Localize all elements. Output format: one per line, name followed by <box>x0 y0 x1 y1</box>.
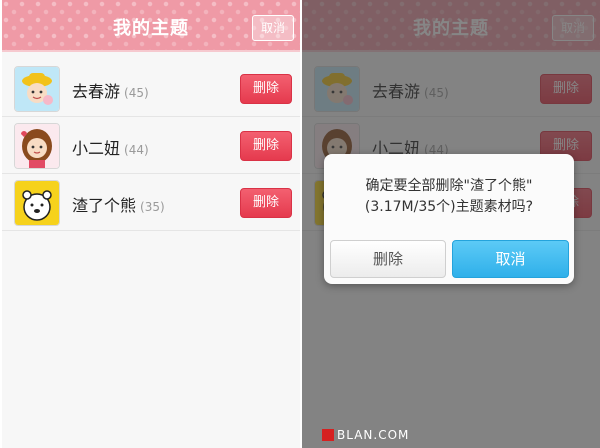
dialog-message-line1: 确定要全部删除"渣了个熊" <box>365 178 533 194</box>
theme-count: (35) <box>140 200 165 214</box>
confirm-delete-screen: 我的主题 取消 去春游(45) 删除 <box>302 0 600 448</box>
cartoon-girl-icon <box>14 123 60 169</box>
list-item[interactable]: 去春游(45) 删除 <box>2 60 300 117</box>
top-bar: 我的主题 取消 <box>2 0 300 52</box>
confirm-dialog: 确定要全部删除"渣了个熊" (3.17M/35个)主题素材吗? 删除 取消 <box>324 154 574 284</box>
theme-list: 去春游(45) 删除 小二妞(44) 删除 <box>2 60 300 231</box>
list-item[interactable]: 小二妞(44) 删除 <box>2 117 300 174</box>
watermark-text: BLAN.COM <box>337 428 410 442</box>
cancel-button[interactable]: 取消 <box>252 15 294 41</box>
theme-count: (44) <box>124 143 149 157</box>
delete-button[interactable]: 删除 <box>240 74 292 104</box>
delete-button[interactable]: 删除 <box>240 131 292 161</box>
dialog-message: 确定要全部删除"渣了个熊" (3.17M/35个)主题素材吗? <box>332 176 566 218</box>
dialog-cancel-button[interactable]: 取消 <box>452 240 569 278</box>
dialog-message-line2: (3.17M/35个)主题素材吗? <box>364 199 534 215</box>
watermark-logo-icon <box>322 429 334 441</box>
delete-button[interactable]: 删除 <box>240 188 292 218</box>
theme-count: (45) <box>124 86 149 100</box>
watermark: BLAN.COM <box>322 426 409 444</box>
theme-name: 小二妞 <box>72 139 121 158</box>
theme-name: 去春游 <box>72 82 121 101</box>
theme-list-screen: 我的主题 取消 去春游 (45) 删除 小二妞 (44) 删除 渣了个熊 (35… <box>2 0 300 448</box>
dialog-delete-button[interactable]: 删除 <box>330 240 446 278</box>
cartoon-boy-hat-icon <box>14 66 60 112</box>
list-item[interactable]: 渣了个熊(35) 删除 <box>2 174 300 231</box>
theme-name: 渣了个熊 <box>72 196 137 215</box>
cartoon-bear-icon <box>14 180 60 226</box>
